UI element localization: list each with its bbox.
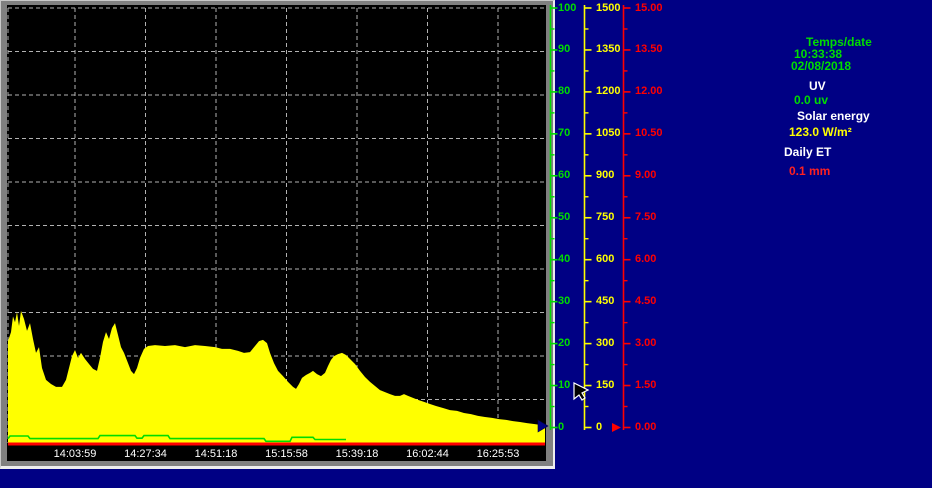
solar-energy-label: Solar energy: [797, 110, 870, 122]
uv_scale-tick-label: 0: [558, 422, 564, 433]
uv_scale-tick-label: 90: [558, 44, 570, 55]
solar_scale-tick-label: 750: [596, 212, 614, 223]
uv-label: UV: [809, 80, 826, 92]
time-axis-label: 14:03:59: [54, 449, 97, 460]
solar_scale-tick-label: 1500: [596, 3, 620, 14]
uv_scale-tick-label: 40: [558, 254, 570, 265]
solar_scale-tick-label: 900: [596, 170, 614, 181]
solar_scale-tick-label: 1350: [596, 44, 620, 55]
uv_scale-tick-label: 80: [558, 86, 570, 97]
strip-chart-svg: [0, 0, 932, 488]
solar_scale-tick-label: 1050: [596, 128, 620, 139]
et_scale-tick-label: 0.00: [635, 422, 656, 433]
et_scale-tick-label: 3.00: [635, 338, 656, 349]
et_scale-tick-label: 9.00: [635, 170, 656, 181]
time-axis-label: 14:27:34: [124, 449, 167, 460]
solar_scale-tick-label: 150: [596, 380, 614, 391]
solar-energy-value: 123.0 W/m²: [789, 126, 852, 138]
uv_scale-tick-label: 70: [558, 128, 570, 139]
solar-area-series: [8, 311, 545, 444]
uv_scale-tick-label: 30: [558, 296, 570, 307]
et_scale-tick-label: 6.00: [635, 254, 656, 265]
weather-app-window: 1009080706050403020100150013501200105090…: [0, 0, 932, 488]
uv_scale-tick-label: 50: [558, 212, 570, 223]
uv_scale-tick-label: 20: [558, 338, 570, 349]
time-axis-label: 16:02:44: [406, 449, 449, 460]
et_scale-tick-label: 13.50: [635, 44, 663, 55]
solar_scale-tick-label: 0: [596, 422, 602, 433]
daily-et-value: 0.1 mm: [789, 165, 830, 177]
solar_scale-tick-label: 600: [596, 254, 614, 265]
et_scale-tick-label: 15.00: [635, 3, 663, 14]
time-axis-label: 16:25:53: [477, 449, 520, 460]
et_scale-tick-label: 4.50: [635, 296, 656, 307]
date-value: 02/08/2018: [791, 60, 851, 72]
solar_scale-tick-label: 1200: [596, 86, 620, 97]
daily-et-label: Daily ET: [784, 146, 831, 158]
uv_scale-tick-label: 10: [558, 380, 570, 391]
et_scale-tick-label: 10.50: [635, 128, 663, 139]
et_scale-tick-label: 1.50: [635, 380, 656, 391]
et_scale-tick-label: 12.00: [635, 86, 663, 97]
solar_scale-tick-label: 450: [596, 296, 614, 307]
et-current-marker: [612, 423, 621, 432]
time-axis-label: 14:51:18: [195, 449, 238, 460]
uv_scale-tick-label: 100: [558, 3, 576, 14]
time-axis-label: 15:39:18: [336, 449, 379, 460]
solar_scale-tick-label: 300: [596, 338, 614, 349]
et-line-series: [8, 443, 545, 446]
time-axis-label: 15:15:58: [265, 449, 308, 460]
uv_scale-tick-label: 60: [558, 170, 570, 181]
uv-value: 0.0 uv: [794, 94, 828, 106]
et_scale-tick-label: 7.50: [635, 212, 656, 223]
